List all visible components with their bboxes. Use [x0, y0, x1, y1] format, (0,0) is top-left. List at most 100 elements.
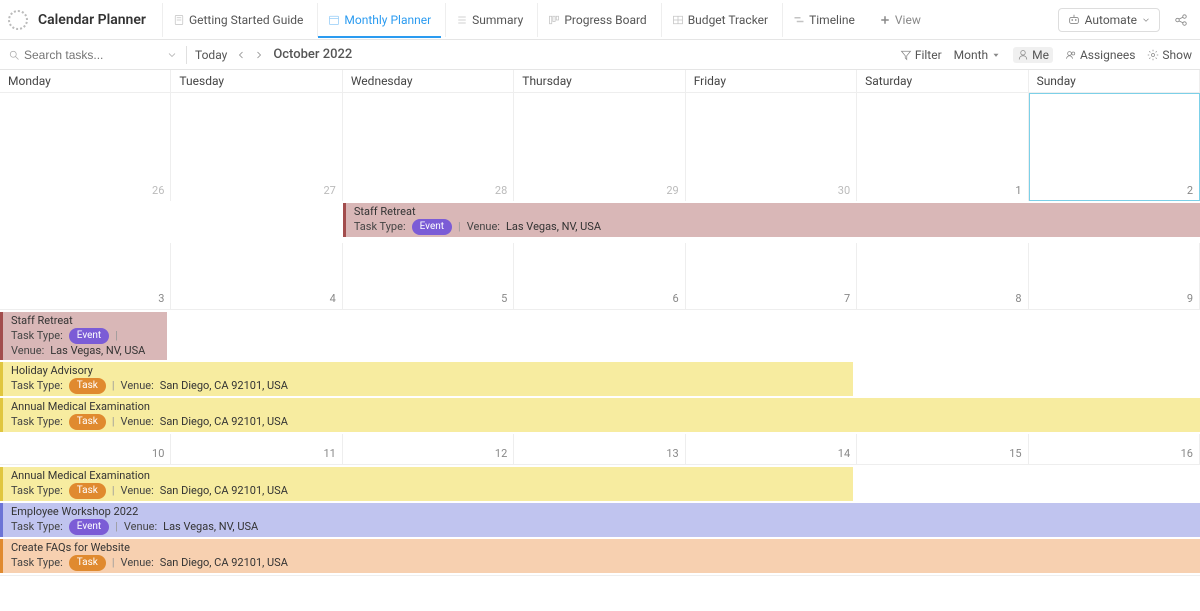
calendar-event[interactable]: Staff Retreat Task Type: Event | Venue: … — [0, 312, 167, 360]
event-title: Staff Retreat — [11, 314, 161, 328]
calendar-event[interactable]: Holiday Advisory Task Type: Task | Venue… — [0, 362, 853, 396]
chevron-down-icon[interactable] — [166, 49, 178, 61]
filter-icon — [900, 49, 912, 61]
calendar-event[interactable]: Create FAQs for Website Task Type: Task … — [0, 539, 1200, 573]
share-button[interactable] — [1170, 9, 1192, 31]
day-cell[interactable]: 5 — [343, 243, 514, 309]
search-icon — [8, 49, 20, 61]
day-header: Thursday — [514, 70, 685, 93]
event-title: Employee Workshop 2022 — [11, 505, 1194, 519]
day-number: 2 — [1187, 184, 1193, 197]
day-cell[interactable]: 11 — [171, 434, 342, 464]
add-view-button[interactable]: View — [869, 13, 931, 27]
venue-label: Venue: — [121, 379, 154, 393]
day-cell[interactable]: 6 — [514, 243, 685, 309]
search-box[interactable] — [8, 48, 178, 62]
day-cell[interactable]: 1 — [857, 93, 1028, 201]
me-label: Me — [1032, 48, 1049, 62]
task-type-label: Task Type: — [11, 556, 63, 570]
day-cell[interactable]: 4 — [171, 243, 342, 309]
day-header: Tuesday — [171, 70, 342, 93]
day-cell[interactable]: 12 — [343, 434, 514, 464]
tab-progress-board[interactable]: Progress Board — [537, 3, 656, 37]
me-filter-button[interactable]: Me — [1013, 47, 1053, 63]
day-cell[interactable]: 15 — [857, 434, 1028, 464]
tab-label: Budget Tracker — [688, 13, 768, 27]
day-number: 14 — [838, 447, 850, 460]
task-type-label: Task Type: — [354, 220, 406, 234]
tab-getting-started[interactable]: Getting Started Guide — [162, 3, 313, 37]
add-view-label: View — [895, 13, 921, 27]
assignees-button[interactable]: Assignees — [1065, 48, 1135, 62]
day-header: Friday — [686, 70, 857, 93]
day-number: 9 — [1187, 292, 1193, 305]
meta-separator: | — [115, 329, 118, 343]
meta-separator: | — [112, 415, 115, 429]
divider — [186, 46, 187, 64]
task-type-badge: Task — [69, 483, 106, 499]
day-header: Monday — [0, 70, 171, 93]
event-venue: Las Vegas, NV, USA — [163, 520, 258, 534]
task-type-label: Task Type: — [11, 415, 63, 429]
day-cell[interactable]: 27 — [171, 93, 342, 201]
week-row: Staff Retreat Task Type: Event | Venue: … — [0, 310, 1200, 465]
day-cell[interactable]: 30 — [686, 93, 857, 201]
automate-label: Automate — [1085, 13, 1137, 27]
page-title: Calendar Planner — [38, 12, 146, 28]
app-logo-icon — [8, 10, 28, 30]
tab-timeline[interactable]: Timeline — [782, 3, 865, 37]
today-button[interactable]: Today — [195, 48, 227, 62]
calendar-toolbar: Today October 2022 Filter Month Me Assig… — [0, 40, 1200, 70]
tab-budget-tracker[interactable]: Budget Tracker — [661, 3, 778, 37]
day-cell[interactable]: 28 — [343, 93, 514, 201]
tab-summary[interactable]: Summary — [445, 3, 533, 37]
automate-button[interactable]: Automate — [1058, 8, 1160, 32]
task-type-label: Task Type: — [11, 484, 63, 498]
filter-button[interactable]: Filter — [900, 48, 942, 62]
board-icon — [548, 14, 560, 26]
day-cell[interactable]: 8 — [857, 243, 1028, 309]
day-cell[interactable]: 26 — [0, 93, 171, 201]
prev-month-button[interactable] — [235, 49, 247, 61]
table-icon — [672, 14, 684, 26]
calendar-event[interactable]: Staff Retreat Task Type: Event | Venue: … — [343, 203, 1200, 237]
tab-label: Summary — [472, 13, 523, 27]
venue-label: Venue: — [467, 220, 500, 234]
search-input[interactable] — [24, 48, 134, 62]
day-header: Saturday — [857, 70, 1028, 93]
meta-separator: | — [112, 556, 115, 570]
meta-separator: | — [112, 484, 115, 498]
day-cell-today[interactable]: 2 — [1029, 93, 1200, 201]
event-title: Staff Retreat — [354, 205, 1194, 219]
assignees-label: Assignees — [1080, 48, 1135, 62]
calendar-event[interactable]: Annual Medical Examination Task Type: Ta… — [0, 467, 853, 501]
day-number: 11 — [323, 447, 335, 460]
tab-monthly-planner[interactable]: Monthly Planner — [317, 3, 441, 37]
day-cell[interactable]: 29 — [514, 93, 685, 201]
event-venue: San Diego, CA 92101, USA — [160, 379, 288, 393]
day-cell[interactable]: 7 — [686, 243, 857, 309]
day-cell[interactable]: 16 — [1029, 434, 1200, 464]
task-type-badge: Task — [69, 555, 106, 571]
list-icon — [456, 14, 468, 26]
day-cell[interactable]: 9 — [1029, 243, 1200, 309]
tab-label: Timeline — [809, 13, 855, 27]
task-type-badge: Task — [69, 378, 106, 394]
chevron-down-icon — [1141, 15, 1151, 25]
day-cell[interactable]: 3 — [0, 243, 171, 309]
week-row: 26 27 28 29 30 1 2 Staff Retreat Task Ty… — [0, 93, 1200, 310]
day-cell[interactable]: 14 — [686, 434, 857, 464]
day-cell[interactable]: 10 — [0, 434, 171, 464]
tab-label: Getting Started Guide — [189, 13, 303, 27]
show-button[interactable]: Show — [1147, 48, 1192, 62]
day-number: 3 — [158, 292, 164, 305]
caret-down-icon — [991, 50, 1001, 60]
next-month-button[interactable] — [253, 49, 265, 61]
calendar-event[interactable]: Employee Workshop 2022 Task Type: Event … — [0, 503, 1200, 537]
people-icon — [1065, 49, 1077, 61]
event-venue: San Diego, CA 92101, USA — [160, 484, 288, 498]
day-cell[interactable]: 13 — [514, 434, 685, 464]
view-mode-dropdown[interactable]: Month — [954, 48, 1001, 62]
calendar-event[interactable]: Annual Medical Examination Task Type: Ta… — [0, 398, 1200, 432]
venue-label: Venue: — [11, 344, 44, 358]
